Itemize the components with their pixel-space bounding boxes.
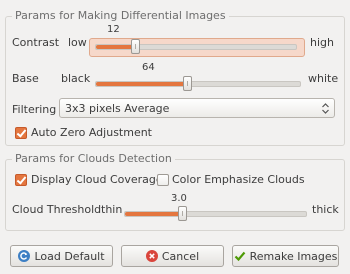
threshold-high-label: thick bbox=[312, 203, 339, 216]
base-label: Base bbox=[12, 72, 39, 85]
diff-group-title: Params for Making Differential Images bbox=[12, 9, 229, 22]
base-high-label: white bbox=[308, 72, 339, 85]
load-default-button[interactable]: Load Default bbox=[10, 245, 113, 267]
cancel-icon bbox=[145, 250, 158, 262]
threshold-value: 3.0 bbox=[171, 193, 187, 204]
base-slider-track[interactable] bbox=[95, 81, 301, 87]
cancel-label: Cancel bbox=[161, 249, 200, 263]
display-coverage-checkbox[interactable] bbox=[15, 174, 27, 186]
contrast-slider-track[interactable] bbox=[95, 44, 297, 50]
filtering-label: Filtering bbox=[12, 103, 57, 116]
clouds-group-title: Params for Clouds Detection bbox=[12, 152, 175, 165]
updown-arrows-icon bbox=[322, 103, 329, 114]
load-default-label: Load Default bbox=[34, 249, 105, 263]
remake-images-label: Remake Images bbox=[249, 249, 338, 263]
display-coverage-label: Display Cloud Coverage bbox=[31, 173, 163, 186]
base-low-label: black bbox=[61, 72, 91, 85]
filtering-select[interactable]: 3x3 pixels Average bbox=[59, 98, 335, 118]
contrast-slider-fill bbox=[96, 45, 136, 49]
auto-zero-label: Auto Zero Adjustment bbox=[31, 126, 152, 139]
filtering-selected-value: 3x3 pixels Average bbox=[65, 102, 170, 115]
threshold-slider-track[interactable] bbox=[124, 211, 307, 217]
checkmark-icon bbox=[234, 251, 245, 262]
contrast-high-label: high bbox=[310, 36, 334, 49]
remake-images-button[interactable]: Remake Images bbox=[232, 245, 339, 267]
refresh-icon bbox=[18, 250, 31, 262]
threshold-slider-handle[interactable] bbox=[177, 206, 187, 221]
cancel-button[interactable]: Cancel bbox=[121, 245, 224, 267]
contrast-low-label: low bbox=[68, 36, 87, 49]
emphasize-clouds-label: Color Emphasize Clouds bbox=[172, 173, 305, 186]
base-slider-handle[interactable] bbox=[182, 76, 192, 91]
contrast-slider-handle[interactable] bbox=[131, 39, 140, 54]
threshold-low-label: thin bbox=[101, 203, 123, 216]
base-value: 64 bbox=[142, 62, 155, 73]
contrast-value: 12 bbox=[107, 24, 120, 35]
threshold-slider-fill bbox=[125, 212, 183, 216]
threshold-label: Cloud Threshold bbox=[12, 203, 102, 216]
contrast-label: Contrast bbox=[12, 36, 60, 49]
auto-zero-checkbox[interactable] bbox=[15, 127, 27, 139]
base-slider-fill bbox=[96, 82, 188, 86]
emphasize-clouds-checkbox[interactable] bbox=[157, 174, 169, 186]
